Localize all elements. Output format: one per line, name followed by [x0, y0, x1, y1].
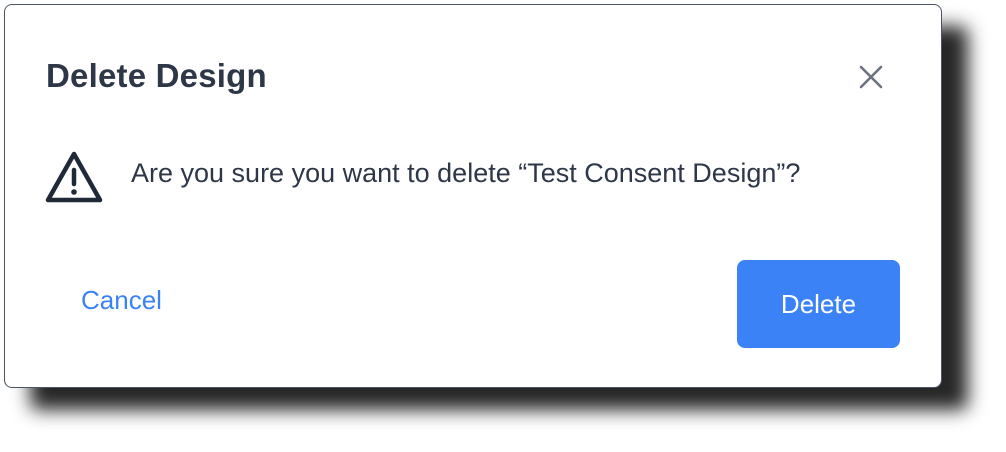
- dialog-title: Delete Design: [46, 57, 267, 94]
- delete-design-dialog: Delete Design Are you sure you want to d…: [4, 4, 942, 388]
- confirmation-message: Are you sure you want to delete “Test Co…: [131, 158, 801, 188]
- warning-icon: [45, 151, 103, 203]
- delete-button[interactable]: Delete: [737, 260, 900, 348]
- close-button[interactable]: [855, 61, 887, 93]
- cancel-button[interactable]: Cancel: [81, 285, 162, 316]
- close-icon: [859, 65, 883, 89]
- page-background: Delete Design Are you sure you want to d…: [0, 0, 1006, 452]
